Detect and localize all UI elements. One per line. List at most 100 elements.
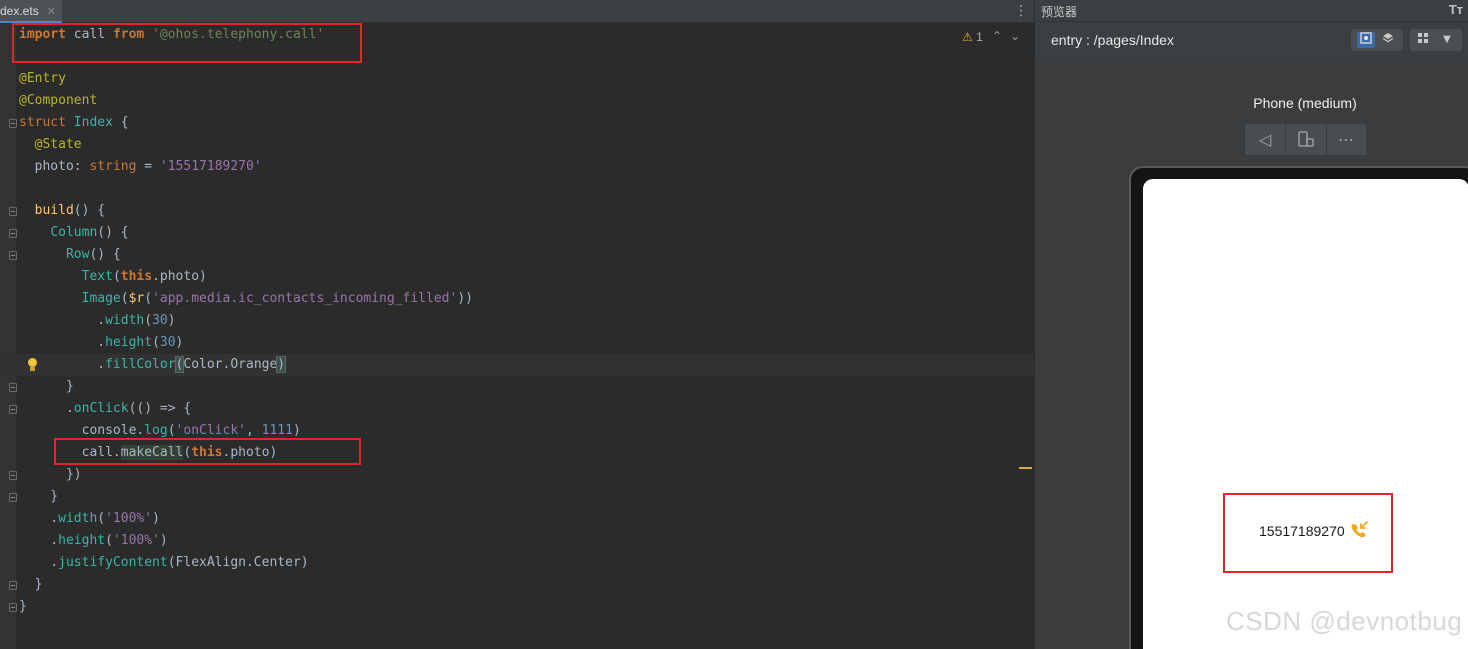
code-line[interactable]: .width(30): [0, 310, 1034, 332]
fold-marker-icon[interactable]: [9, 119, 17, 128]
code-token: Column: [50, 225, 98, 240]
code-line[interactable]: .onClick(() => {: [0, 398, 1034, 420]
code-token: @Entry: [19, 71, 66, 86]
code-token: .: [19, 401, 74, 416]
dropdown-arrow-icon[interactable]: ▼: [1438, 32, 1456, 48]
code-token: (: [97, 511, 106, 526]
code-token: @State: [34, 137, 82, 152]
more-vertical-icon[interactable]: ⋮: [1014, 0, 1028, 23]
code-token: width: [105, 313, 145, 328]
code-token: .: [19, 533, 59, 548]
inspector-icon[interactable]: [1357, 32, 1375, 48]
code-line-text: @Entry: [19, 68, 66, 90]
code-token: .: [19, 357, 106, 372]
inspection-nav[interactable]: ⌃⌄: [992, 29, 1028, 43]
code-line[interactable]: build() {: [0, 200, 1034, 222]
code-line[interactable]: .fillColor(Color.Orange): [0, 354, 1034, 376]
code-line[interactable]: photo: string = '15517189270': [0, 156, 1034, 178]
code-line[interactable]: @Entry: [0, 68, 1034, 90]
chevron-down-icon[interactable]: ⌄: [1010, 29, 1028, 43]
code-line-text: @Component: [19, 90, 97, 112]
code-line[interactable]: .width('100%'): [0, 508, 1034, 530]
tab-index-ets[interactable]: dex.ets ✕: [0, 0, 62, 23]
code-token: }: [19, 489, 59, 504]
code-token: this: [120, 269, 153, 284]
code-line[interactable]: Row() {: [0, 244, 1034, 266]
code-area[interactable]: import call from '@ohos.telephony.call' @…: [0, 24, 1034, 649]
layers-icon[interactable]: [1379, 32, 1397, 48]
code-line[interactable]: .justifyContent(FlexAlign.Center): [0, 552, 1034, 574]
code-token: $r: [128, 291, 145, 306]
code-line[interactable]: }: [0, 574, 1034, 596]
code-line[interactable]: }): [0, 464, 1034, 486]
tab-label: dex.ets: [0, 4, 39, 18]
code-line[interactable]: struct Index {: [0, 112, 1034, 134]
fold-marker-icon[interactable]: [9, 405, 17, 414]
fold-marker-icon[interactable]: [9, 229, 17, 238]
code-token: }): [19, 467, 82, 482]
code-token: }: [19, 577, 43, 592]
grid-icon[interactable]: [1414, 32, 1432, 48]
close-icon[interactable]: ✕: [47, 6, 56, 18]
layout-toolgroup: ▼: [1410, 29, 1462, 51]
inspection-widget[interactable]: ⚠ 1: [962, 30, 983, 44]
fold-marker-icon[interactable]: [9, 581, 17, 590]
code-line[interactable]: .height('100%'): [0, 530, 1034, 552]
rotate-device-icon[interactable]: [1286, 124, 1326, 155]
code-line-text: Text(this.photo): [19, 266, 207, 288]
code-line[interactable]: Image($r('app.media.ic_contacts_incoming…: [0, 288, 1034, 310]
code-token: ,: [246, 423, 262, 438]
code-line[interactable]: .height(30): [0, 332, 1034, 354]
fold-marker-icon[interactable]: [9, 207, 17, 216]
fold-marker-icon[interactable]: [9, 383, 17, 392]
code-token: 30: [159, 335, 176, 350]
code-line[interactable]: }: [0, 486, 1034, 508]
code-token: Row: [65, 247, 90, 262]
code-token: height: [58, 533, 106, 548]
code-token: build: [34, 203, 74, 218]
code-line[interactable]: }: [0, 596, 1034, 618]
chevron-up-icon[interactable]: ⌃: [992, 29, 1010, 43]
fold-marker-icon[interactable]: [9, 603, 17, 612]
code-token: 'app.media.ic_contacts_incoming_filled': [152, 291, 458, 306]
font-size-icon[interactable]: Tт: [1449, 2, 1463, 17]
code-line-text: build() {: [19, 200, 105, 222]
code-token: {: [112, 115, 129, 130]
more-icon[interactable]: ⋯: [1326, 124, 1366, 155]
fold-marker-icon[interactable]: [9, 251, 17, 260]
code-line-text: Column() {: [19, 222, 129, 244]
code-token: width: [58, 511, 98, 526]
code-line[interactable]: Column() {: [0, 222, 1034, 244]
code-token: () {: [97, 225, 129, 240]
code-token: (: [167, 423, 176, 438]
code-token: ): [175, 335, 184, 350]
code-editor[interactable]: dex.ets ✕ ⋮ import call from '@ohos.telep…: [0, 0, 1034, 649]
code-line[interactable]: @State: [0, 134, 1034, 156]
code-line-text: }: [19, 596, 27, 618]
back-icon[interactable]: ◁: [1245, 124, 1285, 155]
code-line-text: }): [19, 464, 82, 486]
scrollbar-warning-marker[interactable]: [1019, 467, 1032, 469]
warning-icon: ⚠: [962, 30, 973, 44]
fold-marker-icon[interactable]: [9, 493, 17, 502]
code-line[interactable]: [0, 178, 1034, 200]
code-token: height: [105, 335, 153, 350]
code-line-text: .onClick(() => {: [19, 398, 191, 420]
code-token: 'onClick': [175, 423, 246, 438]
code-token: .: [19, 511, 59, 526]
fold-marker-icon[interactable]: [9, 471, 17, 480]
code-token: (: [120, 291, 129, 306]
code-line[interactable]: @Component: [0, 90, 1034, 112]
code-line[interactable]: }: [0, 376, 1034, 398]
code-token: console.: [19, 423, 145, 438]
code-token: struct: [19, 115, 66, 130]
code-line[interactable]: Text(this.photo): [0, 266, 1034, 288]
code-line-text: struct Index {: [19, 112, 129, 134]
code-line-text: .fillColor(Color.Orange): [19, 354, 287, 376]
device-name: Phone (medium): [1253, 95, 1357, 111]
code-token: Index: [73, 115, 113, 130]
code-token: ): [167, 313, 176, 328]
